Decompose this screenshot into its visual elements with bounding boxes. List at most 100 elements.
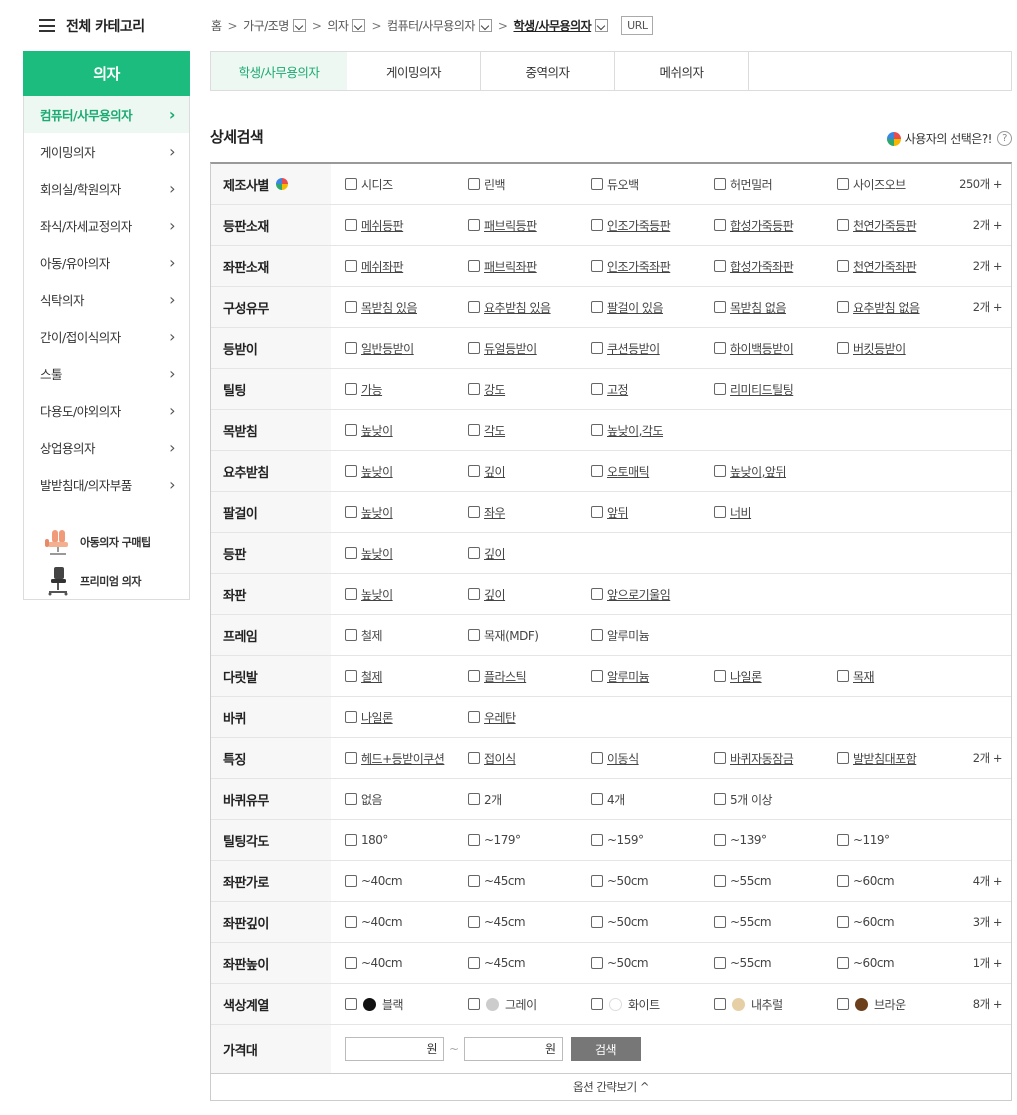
sidebar-item[interactable]: 다용도/야외의자 › [24, 392, 189, 429]
color-option[interactable]: 블랙 [345, 996, 468, 1013]
filter-option[interactable]: 너비 [714, 504, 837, 521]
filter-option[interactable]: 천연가죽등판 [837, 217, 960, 234]
checkbox[interactable] [714, 383, 726, 395]
more-options-button[interactable]: 250개 + [959, 176, 1002, 192]
checkbox[interactable] [591, 342, 603, 354]
filter-option[interactable]: 목받침 없음 [714, 299, 837, 316]
filter-option[interactable]: 메쉬등판 [345, 217, 468, 234]
checkbox[interactable] [345, 670, 357, 682]
filter-option[interactable]: 알루미늄 [591, 668, 714, 685]
checkbox[interactable] [714, 260, 726, 272]
checkbox[interactable] [345, 957, 357, 969]
filter-option[interactable]: 듀오백 [591, 176, 714, 193]
filter-option[interactable]: 패브릭좌판 [468, 258, 591, 275]
checkbox[interactable] [345, 219, 357, 231]
price-search-button[interactable]: 검색 [570, 1037, 641, 1061]
checkbox[interactable] [345, 465, 357, 477]
checkbox[interactable] [345, 629, 357, 641]
checkbox[interactable] [714, 998, 726, 1010]
filter-option[interactable]: 나일론 [714, 668, 837, 685]
checkbox[interactable] [591, 793, 603, 805]
filter-option[interactable]: 패브릭등판 [468, 217, 591, 234]
copy-url-button[interactable]: URL [621, 16, 654, 35]
filter-option[interactable]: 린백 [468, 176, 591, 193]
filter-option[interactable]: 헤드+등받이쿠션 [345, 750, 468, 767]
filter-option[interactable]: 목받침 있음 [345, 299, 468, 316]
checkbox[interactable] [591, 916, 603, 928]
filter-option[interactable]: 4개 [591, 791, 714, 808]
filter-option[interactable]: 깊이 [468, 463, 591, 480]
filter-option[interactable]: 높낮이 [345, 504, 468, 521]
more-options-button[interactable]: 4개 + [973, 873, 1003, 889]
filter-option[interactable]: 이동식 [591, 750, 714, 767]
filter-option[interactable]: 깊이 [468, 545, 591, 562]
checkbox[interactable] [837, 752, 849, 764]
checkbox[interactable] [591, 383, 603, 395]
filter-option[interactable]: ~159° [591, 833, 714, 847]
tab-executive-chair[interactable]: 중역의자 [481, 52, 615, 90]
user-choice-link[interactable]: 사용자의 선택은?! ? [886, 130, 1012, 147]
checkbox[interactable] [837, 260, 849, 272]
filter-option[interactable]: 나일론 [345, 709, 468, 726]
filter-option[interactable]: 팔걸이 있음 [591, 299, 714, 316]
filter-option[interactable]: 목재 [837, 668, 960, 685]
pie-chart-icon[interactable] [275, 178, 288, 190]
filter-option[interactable]: 일반등받이 [345, 340, 468, 357]
filter-option[interactable]: 앞으로기울임 [591, 586, 714, 603]
checkbox[interactable] [591, 588, 603, 600]
filter-option[interactable]: ~45cm [468, 915, 591, 929]
filter-option[interactable]: 높낮이 [345, 586, 468, 603]
sidebar-item[interactable]: 발받침대/의자부품 › [24, 466, 189, 503]
sidebar-item[interactable]: 컴퓨터/사무용의자 › [24, 96, 189, 133]
breadcrumb-home[interactable]: 홈 [211, 17, 222, 34]
checkbox[interactable] [345, 342, 357, 354]
checkbox[interactable] [837, 875, 849, 887]
color-option[interactable]: 화이트 [591, 996, 714, 1013]
checkbox[interactable] [468, 465, 480, 477]
filter-option[interactable]: 가능 [345, 381, 468, 398]
checkbox[interactable] [837, 342, 849, 354]
checkbox[interactable] [837, 219, 849, 231]
filter-option[interactable]: 천연가죽좌판 [837, 258, 960, 275]
more-options-button[interactable]: 2개 + [973, 750, 1003, 766]
filter-option[interactable]: 합성가죽좌판 [714, 258, 837, 275]
filter-option[interactable]: 각도 [468, 422, 591, 439]
sidebar-item[interactable]: 식탁의자 › [24, 281, 189, 318]
checkbox[interactable] [468, 629, 480, 641]
filter-option[interactable]: 2개 [468, 791, 591, 808]
filter-option[interactable]: 요추받침 없음 [837, 299, 960, 316]
checkbox[interactable] [468, 260, 480, 272]
checkbox[interactable] [591, 465, 603, 477]
sidebar-item[interactable]: 스툴 › [24, 355, 189, 392]
checkbox[interactable] [837, 916, 849, 928]
filter-option[interactable]: 180° [345, 833, 468, 847]
checkbox[interactable] [591, 998, 603, 1010]
collapse-options-button[interactable]: 옵션 간략보기 ^ [210, 1074, 1012, 1101]
filter-option[interactable]: 철제 [345, 627, 468, 644]
checkbox[interactable] [468, 916, 480, 928]
filter-option[interactable]: ~55cm [714, 874, 837, 888]
checkbox[interactable] [837, 957, 849, 969]
filter-option[interactable]: ~40cm [345, 956, 468, 970]
checkbox[interactable] [714, 219, 726, 231]
filter-option[interactable]: 높낮이 [345, 545, 468, 562]
checkbox[interactable] [468, 424, 480, 436]
breadcrumb-level-2[interactable]: 의자 [327, 17, 366, 34]
checkbox[interactable] [345, 711, 357, 723]
filter-option[interactable]: ~139° [714, 833, 837, 847]
checkbox[interactable] [468, 752, 480, 764]
breadcrumb-current[interactable]: 학생/사무용의자 [513, 17, 609, 34]
filter-option[interactable]: ~45cm [468, 874, 591, 888]
more-options-button[interactable]: 2개 + [973, 217, 1003, 233]
color-option[interactable]: 내추럴 [714, 996, 837, 1013]
filter-option[interactable]: ~50cm [591, 915, 714, 929]
checkbox[interactable] [591, 260, 603, 272]
checkbox[interactable] [837, 998, 849, 1010]
checkbox[interactable] [591, 424, 603, 436]
filter-option[interactable]: 플라스틱 [468, 668, 591, 685]
sidebar-item[interactable]: 좌식/자세교정의자 › [24, 207, 189, 244]
checkbox[interactable] [591, 670, 603, 682]
checkbox[interactable] [714, 301, 726, 313]
filter-option[interactable]: 없음 [345, 791, 468, 808]
filter-option[interactable]: ~60cm [837, 956, 960, 970]
